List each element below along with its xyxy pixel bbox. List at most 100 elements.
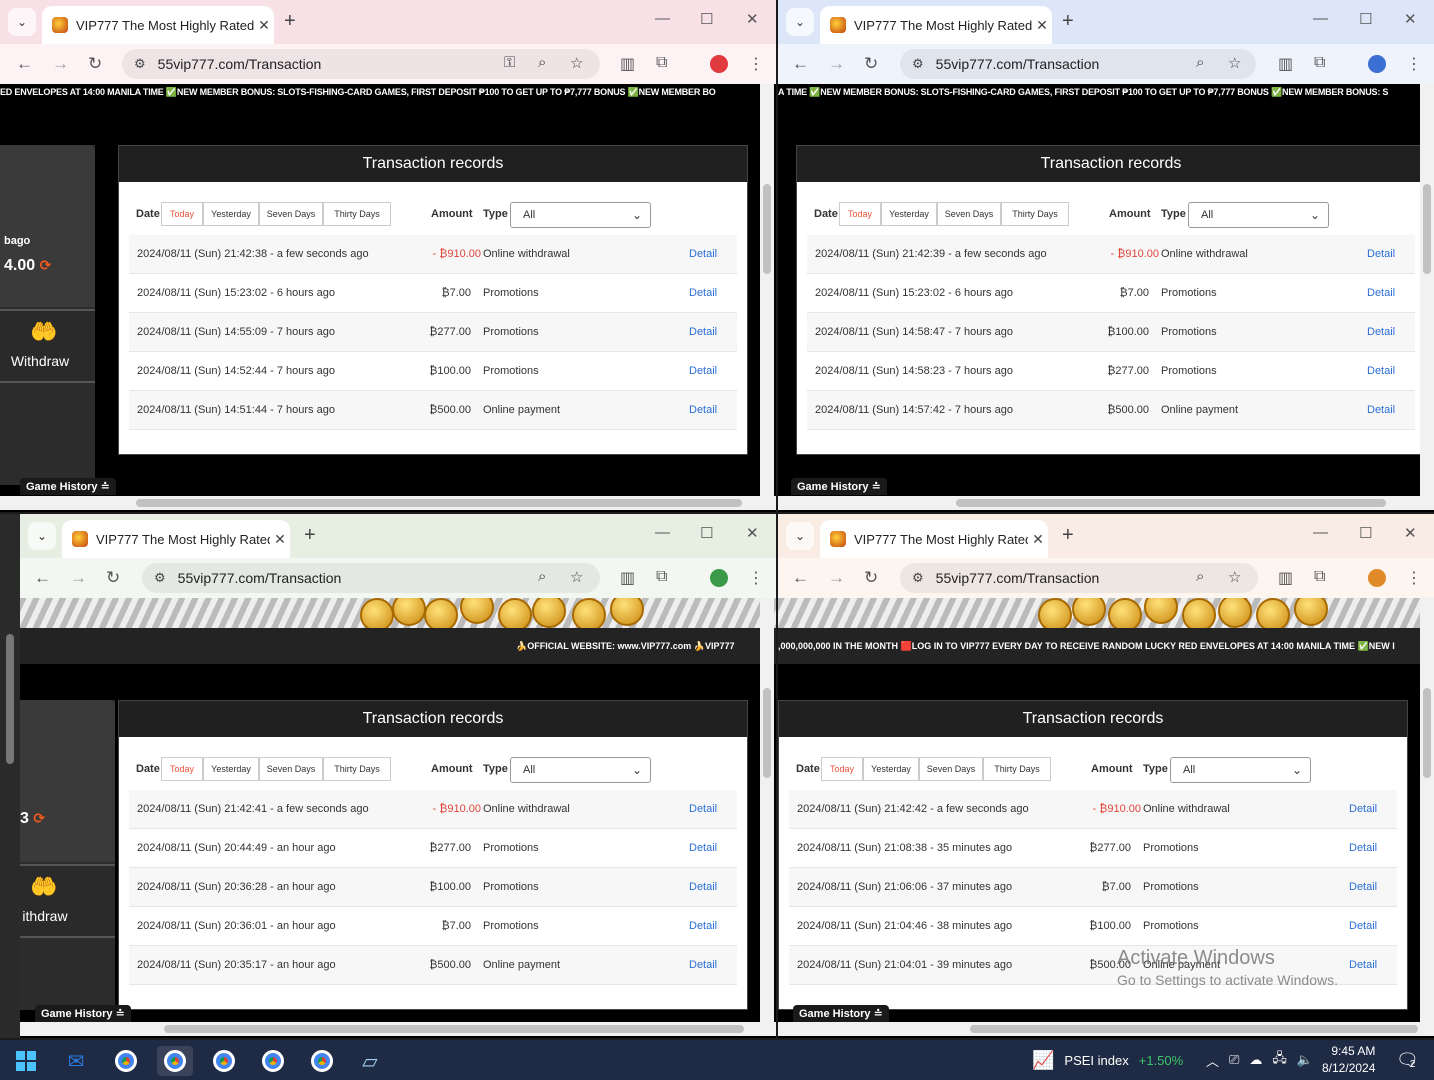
vertical-scrollbar[interactable]	[1420, 84, 1434, 496]
forward-icon[interactable]: →	[828, 568, 845, 588]
menu-kebab-icon[interactable]: ⋮	[748, 568, 764, 588]
detail-link[interactable]: Detail	[1367, 326, 1395, 338]
back-icon[interactable]: ←	[792, 568, 809, 588]
tab-search-button[interactable]: ⌄	[8, 8, 36, 36]
start-button[interactable]	[8, 1046, 44, 1076]
profile-avatar[interactable]	[710, 55, 728, 73]
game-history-tab[interactable]: Game History ≐	[793, 1005, 889, 1022]
horizontal-scrollbar[interactable]	[778, 1022, 1434, 1036]
back-icon[interactable]: ←	[34, 568, 51, 588]
filter-seven-days-button[interactable]: Seven Days	[259, 202, 323, 226]
filter-seven-days-button[interactable]: Seven Days	[259, 757, 323, 781]
site-info-icon[interactable]: ⚙	[912, 570, 924, 586]
zoom-icon[interactable]: ⌕	[538, 568, 546, 585]
browser-tab[interactable]: VIP777 The Most Highly Rated ✕	[820, 520, 1048, 558]
bookmark-star-icon[interactable]: ☆	[570, 54, 583, 72]
reload-icon[interactable]: ↻	[106, 568, 120, 588]
chrome-app-button[interactable]	[304, 1046, 340, 1076]
detail-link[interactable]: Detail	[1349, 959, 1377, 971]
filter-thirty-days-button[interactable]: Thirty Days	[983, 757, 1051, 781]
menu-kebab-icon[interactable]: ⋮	[1406, 568, 1422, 588]
refresh-icon[interactable]: ⟳	[40, 257, 52, 273]
browser-tab[interactable]: VIP777 The Most Highly Rated ✕	[820, 6, 1052, 44]
detail-link[interactable]: Detail	[689, 287, 717, 299]
detail-link[interactable]: Detail	[1367, 365, 1395, 377]
type-select[interactable]: All ⌄	[1188, 202, 1329, 228]
maximize-icon[interactable]: ☐	[700, 10, 713, 28]
filter-seven-days-button[interactable]: Seven Days	[919, 757, 983, 781]
minimize-icon[interactable]: —	[655, 524, 670, 541]
mail-app-button[interactable]: ✉	[58, 1046, 94, 1076]
filter-seven-days-button[interactable]: Seven Days	[937, 202, 1001, 226]
notification-center-button[interactable]: 🗨 2	[1396, 1040, 1419, 1080]
filter-today-button[interactable]: Today	[161, 757, 203, 781]
vertical-scrollbar[interactable]	[760, 84, 774, 496]
reading-mode-icon[interactable]: ▥	[620, 568, 635, 588]
detail-link[interactable]: Detail	[689, 842, 717, 854]
zoom-icon[interactable]: ⌕	[1196, 568, 1204, 585]
detail-link[interactable]: Detail	[1367, 287, 1395, 299]
bookmark-star-icon[interactable]: ☆	[1228, 54, 1241, 72]
vertical-scrollbar[interactable]	[760, 598, 774, 1022]
extensions-icon[interactable]: ⧉	[1314, 54, 1325, 72]
refresh-icon[interactable]: ⟳	[33, 810, 45, 826]
bookmark-star-icon[interactable]: ☆	[570, 568, 583, 586]
tab-close-icon[interactable]: ✕	[254, 17, 274, 34]
meet-icon[interactable]: ⎚	[1229, 1052, 1239, 1068]
reload-icon[interactable]: ↻	[864, 568, 878, 588]
extensions-icon[interactable]: ⧉	[656, 54, 667, 72]
filter-thirty-days-button[interactable]: Thirty Days	[323, 202, 391, 226]
detail-link[interactable]: Detail	[1349, 920, 1377, 932]
new-tab-icon[interactable]: +	[1062, 10, 1074, 33]
back-icon[interactable]: ←	[16, 54, 33, 74]
filter-today-button[interactable]: Today	[821, 757, 863, 781]
detail-link[interactable]: Detail	[689, 326, 717, 338]
reload-icon[interactable]: ↻	[864, 54, 878, 74]
new-tab-icon[interactable]: +	[304, 524, 316, 547]
detail-link[interactable]: Detail	[689, 881, 717, 893]
filter-today-button[interactable]: Today	[161, 202, 203, 226]
horizontal-scrollbar[interactable]	[778, 496, 1434, 510]
password-key-icon[interactable]: ⚿	[504, 54, 515, 71]
filter-yesterday-button[interactable]: Yesterday	[863, 757, 919, 781]
detail-link[interactable]: Detail	[689, 920, 717, 932]
forward-icon[interactable]: →	[70, 568, 87, 588]
notepad-app-button[interactable]: ▱	[352, 1046, 388, 1076]
vertical-scrollbar[interactable]	[1420, 598, 1434, 1022]
weather-icon[interactable]: ☁	[1249, 1052, 1262, 1068]
address-bar[interactable]: ⚙ 55vip777.com/Transaction ⚿ ⌕ ☆	[122, 49, 600, 79]
site-info-icon[interactable]: ⚙	[154, 570, 166, 586]
type-select[interactable]: All ⌄	[510, 202, 651, 228]
forward-icon[interactable]: →	[828, 54, 845, 74]
site-info-icon[interactable]: ⚙	[912, 56, 924, 72]
tab-close-icon[interactable]: ✕	[1028, 531, 1048, 548]
horizontal-scrollbar[interactable]	[0, 496, 776, 510]
browser-tab[interactable]: VIP777 The Most Highly Rated ✕	[62, 520, 290, 558]
tab-search-button[interactable]: ⌄	[786, 8, 814, 36]
new-tab-icon[interactable]: +	[1062, 524, 1074, 547]
tab-search-button[interactable]: ⌄	[786, 522, 814, 550]
menu-kebab-icon[interactable]: ⋮	[1406, 54, 1422, 74]
back-icon[interactable]: ←	[792, 54, 809, 74]
detail-link[interactable]: Detail	[1367, 404, 1395, 416]
forward-icon[interactable]: →	[52, 54, 69, 74]
game-history-tab[interactable]: Game History ≐	[35, 1005, 131, 1022]
chrome-app-button[interactable]	[206, 1046, 242, 1076]
reading-mode-icon[interactable]: ▥	[1278, 54, 1293, 74]
close-window-icon[interactable]: ✕	[746, 524, 759, 542]
extensions-icon[interactable]: ⧉	[656, 568, 667, 586]
minimize-icon[interactable]: —	[1313, 524, 1328, 541]
filter-yesterday-button[interactable]: Yesterday	[881, 202, 937, 226]
detail-link[interactable]: Detail	[689, 248, 717, 260]
chrome-app-button[interactable]	[255, 1046, 291, 1076]
address-bar[interactable]: ⚙ 55vip777.com/Transaction ⌕ ☆	[900, 49, 1256, 79]
minimize-icon[interactable]: —	[1313, 10, 1328, 27]
type-select[interactable]: All ⌄	[1170, 757, 1311, 783]
extensions-icon[interactable]: ⧉	[1314, 568, 1325, 586]
stock-widget[interactable]: 📈 PSEI index +1.50%	[1032, 1040, 1183, 1080]
close-window-icon[interactable]: ✕	[1404, 524, 1417, 542]
detail-link[interactable]: Detail	[689, 959, 717, 971]
detail-link[interactable]: Detail	[689, 803, 717, 815]
profile-avatar[interactable]	[1368, 55, 1386, 73]
new-tab-icon[interactable]: +	[284, 10, 296, 33]
